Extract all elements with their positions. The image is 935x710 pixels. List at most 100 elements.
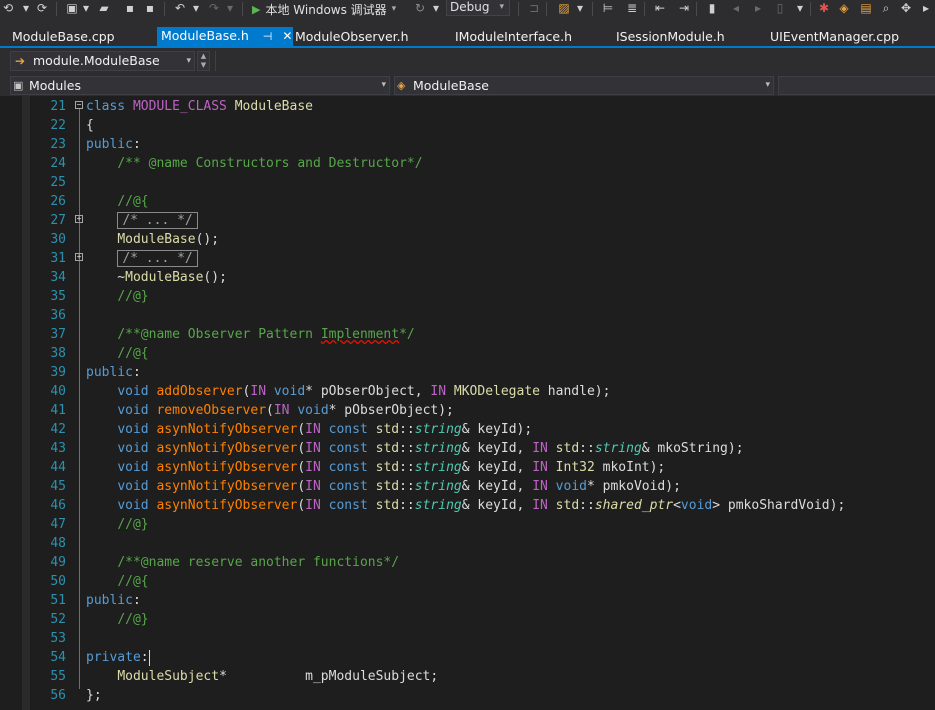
line-number: 27: [50, 213, 66, 228]
chevron-down-icon: ▾: [391, 4, 397, 14]
code-line: 25: [0, 173, 935, 192]
line-number: 36: [50, 308, 66, 323]
code-line: 31 + /* ... */: [0, 249, 935, 268]
line-number: 45: [50, 479, 66, 494]
undo-icon[interactable]: ↶: [172, 0, 188, 18]
pin-tab-icon[interactable]: ⊣: [263, 30, 273, 43]
start-debugging-button[interactable]: ▶ 本地 Windows 调试器 ▾: [252, 0, 396, 18]
navigate-back-icon[interactable]: ⟲: [0, 0, 16, 18]
code-line: 45 void asynNotifyObserver(IN const std:…: [0, 477, 935, 496]
tab-moduleobserver-h[interactable]: ModuleObserver.h: [295, 28, 409, 46]
navigate-forward-icon[interactable]: ⟳: [34, 0, 50, 18]
line-number: 23: [50, 137, 66, 152]
line-number: 47: [50, 517, 66, 532]
next-bookmark-icon[interactable]: ▸: [750, 0, 766, 18]
line-number: 38: [50, 346, 66, 361]
scope-dropdown[interactable]: ➔ module.ModuleBase ▾: [10, 51, 195, 71]
class-label: ModuleBase: [413, 78, 489, 93]
line-number: 22: [50, 118, 66, 133]
save-icon[interactable]: ▪: [122, 0, 138, 18]
chevron-down-icon: ▾: [381, 80, 386, 90]
settings-icon[interactable]: ✥: [898, 0, 914, 18]
save-all-icon[interactable]: ▪: [142, 0, 158, 18]
class-dropdown[interactable]: ◈ ModuleBase ▾: [394, 76, 774, 95]
code-editor[interactable]: 21 − class MODULE_CLASS ModuleBase 22 { …: [0, 96, 935, 710]
member-navigation-bar: ▣ Modules ▾ ◈ ModuleBase ▾: [0, 74, 935, 96]
code-line: 34 ~ModuleBase();: [0, 268, 935, 287]
clear-bookmarks-icon[interactable]: ▯: [772, 0, 788, 18]
fold-expand-icon[interactable]: +: [75, 253, 83, 261]
fold-expand-icon[interactable]: +: [75, 215, 83, 223]
tab-label: ModuleObserver.h: [295, 29, 409, 44]
indent-icon[interactable]: ⇥: [676, 0, 692, 18]
line-number: 34: [50, 270, 66, 285]
prev-bookmark-icon[interactable]: ◂: [728, 0, 744, 18]
scope-spinner[interactable]: ▲ ▼: [197, 51, 210, 71]
undo-dropdown-icon[interactable]: ▾: [188, 0, 204, 18]
line-number: 48: [50, 536, 66, 551]
line-number: 40: [50, 384, 66, 399]
redo-dropdown-icon[interactable]: ▾: [222, 0, 238, 18]
tab-uieventmanager-cpp[interactable]: UIEventManager.cpp: [770, 28, 899, 46]
line-number: 54: [50, 650, 66, 665]
line-number: 43: [50, 441, 66, 456]
line-number: 44: [50, 460, 66, 475]
member-dropdown[interactable]: [778, 76, 935, 95]
close-tab-icon[interactable]: ✕: [282, 29, 292, 43]
redo-icon[interactable]: ↷: [206, 0, 222, 18]
line-number: 35: [50, 289, 66, 304]
find-in-files-icon[interactable]: ▨: [556, 0, 572, 18]
line-number: 55: [50, 669, 66, 684]
fold-collapse-icon[interactable]: −: [75, 101, 83, 109]
code-line: 47 //@}: [0, 515, 935, 534]
open-file-icon[interactable]: ▰: [96, 0, 112, 18]
collapsed-region[interactable]: /* ... */: [117, 250, 198, 267]
code-line: 22 {: [0, 116, 935, 135]
navigate-dropdown-icon[interactable]: ▾: [18, 0, 34, 18]
code-line: 43 void asynNotifyObserver(IN const std:…: [0, 439, 935, 458]
format-document-icon[interactable]: ⊨: [600, 0, 616, 18]
tab-imoduleinterface-h[interactable]: IModuleInterface.h: [455, 28, 572, 46]
outdent-icon[interactable]: ⇤: [652, 0, 668, 18]
collapsed-region[interactable]: /* ... */: [117, 212, 198, 229]
find-dropdown-icon[interactable]: ▾: [572, 0, 588, 18]
chevron-down-icon: ▾: [499, 2, 504, 12]
toggle-comment-icon[interactable]: ≣: [624, 0, 640, 18]
tab-modulebase-cpp[interactable]: ModuleBase.cpp: [12, 28, 115, 46]
code-line: 24 /** @name Constructors and Destructor…: [0, 154, 935, 173]
play-icon: ▶: [252, 2, 261, 16]
tab-label: IModuleInterface.h: [455, 29, 572, 44]
code-line: 44 void asynNotifyObserver(IN const std:…: [0, 458, 935, 477]
bookmark-icon[interactable]: ▮: [704, 0, 720, 18]
code-line: 51 public:: [0, 591, 935, 610]
refresh-icon[interactable]: ↻: [412, 0, 428, 18]
class-view-icon[interactable]: ◈: [836, 0, 852, 18]
configuration-dropdown[interactable]: Debug ▾: [446, 0, 510, 16]
search-icon[interactable]: ⌕: [878, 0, 894, 18]
standard-toolbar: ⟲ ▾ ⟳ ▣ ▾ ▰ ▪ ▪ ↶ ▾ ↷ ▾ ▶ 本地 Windows 调试器…: [0, 0, 935, 18]
more-icon[interactable]: ▸: [918, 0, 934, 18]
project-label: Modules: [29, 78, 81, 93]
code-line: 52 //@}: [0, 610, 935, 629]
project-icon: ▣: [13, 79, 24, 92]
new-project-dropdown-icon[interactable]: ▾: [78, 0, 94, 18]
line-number: 56: [50, 688, 66, 703]
project-dropdown[interactable]: ▣ Modules ▾: [10, 76, 390, 95]
tab-modulebase-h[interactable]: ModuleBase.h ⊣ ✕: [157, 27, 293, 46]
attach-icon[interactable]: ⊐: [526, 0, 542, 18]
code-line: 50 //@{: [0, 572, 935, 591]
extension-icon[interactable]: ✱: [816, 0, 832, 18]
line-number: 50: [50, 574, 66, 589]
scope-label: module.ModuleBase: [33, 53, 160, 68]
text-cursor: [148, 649, 150, 666]
toolbar-overflow-icon[interactable]: ▾: [792, 0, 808, 18]
chevron-down-icon: ▾: [186, 56, 191, 66]
refresh-dropdown-icon[interactable]: ▾: [428, 0, 444, 18]
tab-isessionmodule-h[interactable]: ISessionModule.h: [616, 28, 725, 46]
code-line: 27 + /* ... */: [0, 211, 935, 230]
code-line: 48: [0, 534, 935, 553]
tab-label: ModuleBase.cpp: [12, 29, 115, 44]
configuration-label: Debug: [450, 0, 490, 14]
folder-icon[interactable]: ▤: [858, 0, 874, 18]
code-line: 36: [0, 306, 935, 325]
